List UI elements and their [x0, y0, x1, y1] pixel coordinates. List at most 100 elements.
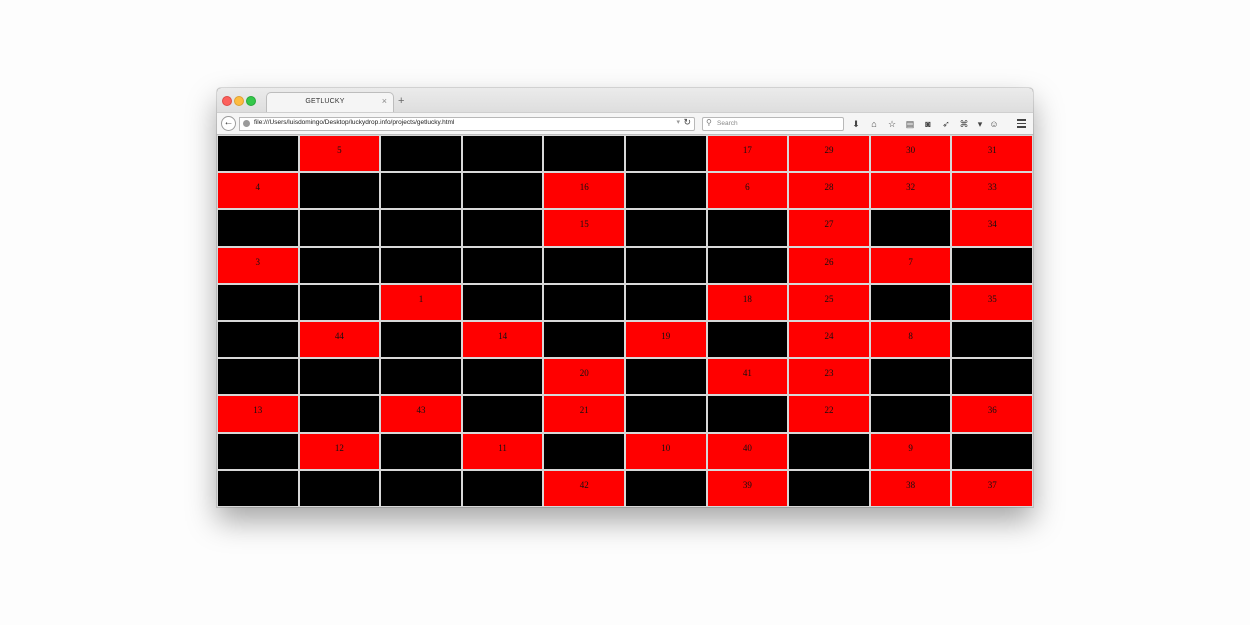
board-cell[interactable]: 8 — [869, 321, 952, 359]
board-cell[interactable] — [217, 209, 299, 247]
board-cell[interactable] — [624, 283, 707, 321]
board-cell[interactable]: 4 — [217, 172, 299, 210]
board-cell[interactable] — [951, 246, 1033, 284]
board-cell[interactable]: 41 — [706, 358, 789, 396]
url-text[interactable]: file:///Users/luisdomingo/Desktop/luckyd… — [254, 119, 454, 126]
board-cell[interactable]: 39 — [706, 469, 789, 507]
board-cell[interactable] — [869, 283, 952, 321]
bookmark-star-icon[interactable]: ☆ — [886, 117, 898, 131]
board-cell[interactable] — [380, 172, 462, 210]
site-info-icon[interactable] — [243, 120, 250, 127]
url-bar[interactable]: file:///Users/luisdomingo/Desktop/luckyd… — [239, 117, 695, 131]
board-cell[interactable]: 18 — [706, 283, 789, 321]
board-cell[interactable]: 34 — [951, 209, 1033, 247]
download-icon[interactable]: ⬇ — [850, 117, 862, 131]
board-cell[interactable] — [298, 358, 381, 396]
board-cell[interactable]: 29 — [788, 135, 870, 173]
home-icon[interactable]: ⌂ — [868, 117, 880, 131]
board-cell[interactable]: 37 — [951, 469, 1033, 507]
board-cell[interactable] — [706, 246, 789, 284]
reload-icon[interactable]: ↻ — [683, 117, 691, 128]
board-cell[interactable]: 32 — [869, 172, 952, 210]
board-cell[interactable] — [217, 469, 299, 507]
pocket-icon[interactable]: ◙ — [922, 117, 934, 131]
window-close-button[interactable] — [222, 96, 232, 106]
board-cell[interactable] — [706, 395, 789, 433]
board-cell[interactable]: 30 — [869, 135, 952, 173]
window-minimize-button[interactable] — [234, 96, 244, 106]
board-cell[interactable] — [217, 135, 299, 173]
board-cell[interactable] — [380, 209, 462, 247]
board-cell[interactable]: 3 — [217, 246, 299, 284]
board-cell[interactable] — [461, 209, 544, 247]
board-cell[interactable]: 31 — [951, 135, 1033, 173]
board-cell[interactable] — [788, 469, 870, 507]
board-cell[interactable] — [624, 172, 707, 210]
board-cell[interactable] — [217, 321, 299, 359]
board-cell[interactable] — [624, 395, 707, 433]
new-tab-button[interactable]: + — [398, 96, 404, 107]
board-cell[interactable] — [951, 432, 1033, 470]
board-cell[interactable] — [217, 358, 299, 396]
board-cell[interactable]: 14 — [461, 321, 544, 359]
board-cell[interactable] — [298, 246, 381, 284]
board-cell[interactable]: 19 — [624, 321, 707, 359]
board-cell[interactable] — [624, 469, 707, 507]
board-cell[interactable]: 23 — [788, 358, 870, 396]
board-cell[interactable]: 38 — [869, 469, 952, 507]
board-cell[interactable] — [217, 432, 299, 470]
translate-icon[interactable]: ⌘ — [958, 117, 970, 131]
tab-close-icon[interactable]: × — [382, 96, 387, 106]
board-cell[interactable] — [461, 172, 544, 210]
board-cell[interactable] — [217, 283, 299, 321]
board-cell[interactable]: 28 — [788, 172, 870, 210]
board-cell[interactable] — [380, 246, 462, 284]
url-history-dropdown-icon[interactable]: ▾ — [676, 118, 680, 126]
board-cell[interactable]: 24 — [788, 321, 870, 359]
board-cell[interactable] — [706, 209, 789, 247]
board-cell[interactable] — [380, 469, 462, 507]
board-cell[interactable] — [869, 358, 952, 396]
board-cell[interactable]: 40 — [706, 432, 789, 470]
board-cell[interactable] — [461, 358, 544, 396]
board-cell[interactable]: 13 — [217, 395, 299, 433]
board-cell[interactable]: 33 — [951, 172, 1033, 210]
board-cell[interactable]: 42 — [543, 469, 625, 507]
back-button[interactable]: ← — [221, 116, 236, 131]
board-cell[interactable]: 1 — [380, 283, 462, 321]
board-cell[interactable]: 17 — [706, 135, 789, 173]
board-cell[interactable] — [380, 432, 462, 470]
board-cell[interactable] — [543, 246, 625, 284]
board-cell[interactable] — [298, 395, 381, 433]
emoji-icon[interactable]: ☺ — [988, 117, 1000, 131]
board-cell[interactable] — [951, 358, 1033, 396]
board-cell[interactable]: 12 — [298, 432, 381, 470]
board-cell[interactable]: 35 — [951, 283, 1033, 321]
board-cell[interactable]: 36 — [951, 395, 1033, 433]
board-cell[interactable] — [706, 321, 789, 359]
board-cell[interactable] — [543, 321, 625, 359]
board-cell[interactable]: 16 — [543, 172, 625, 210]
board-cell[interactable] — [543, 135, 625, 173]
board-cell[interactable]: 21 — [543, 395, 625, 433]
board-cell[interactable]: 27 — [788, 209, 870, 247]
board-cell[interactable]: 10 — [624, 432, 707, 470]
board-cell[interactable] — [951, 321, 1033, 359]
board-cell[interactable]: 11 — [461, 432, 544, 470]
board-cell[interactable] — [298, 469, 381, 507]
board-cell[interactable] — [380, 135, 462, 173]
board-cell[interactable] — [461, 469, 544, 507]
board-cell[interactable] — [788, 432, 870, 470]
board-cell[interactable] — [543, 283, 625, 321]
board-cell[interactable] — [624, 358, 707, 396]
board-cell[interactable]: 5 — [298, 135, 381, 173]
board-cell[interactable] — [298, 172, 381, 210]
board-cell[interactable]: 25 — [788, 283, 870, 321]
board-cell[interactable] — [461, 246, 544, 284]
board-cell[interactable] — [869, 209, 952, 247]
board-cell[interactable]: 43 — [380, 395, 462, 433]
board-cell[interactable] — [380, 321, 462, 359]
browser-tab[interactable]: GETLUCKY × — [266, 92, 394, 113]
board-cell[interactable]: 44 — [298, 321, 381, 359]
board-cell[interactable]: 7 — [869, 246, 952, 284]
